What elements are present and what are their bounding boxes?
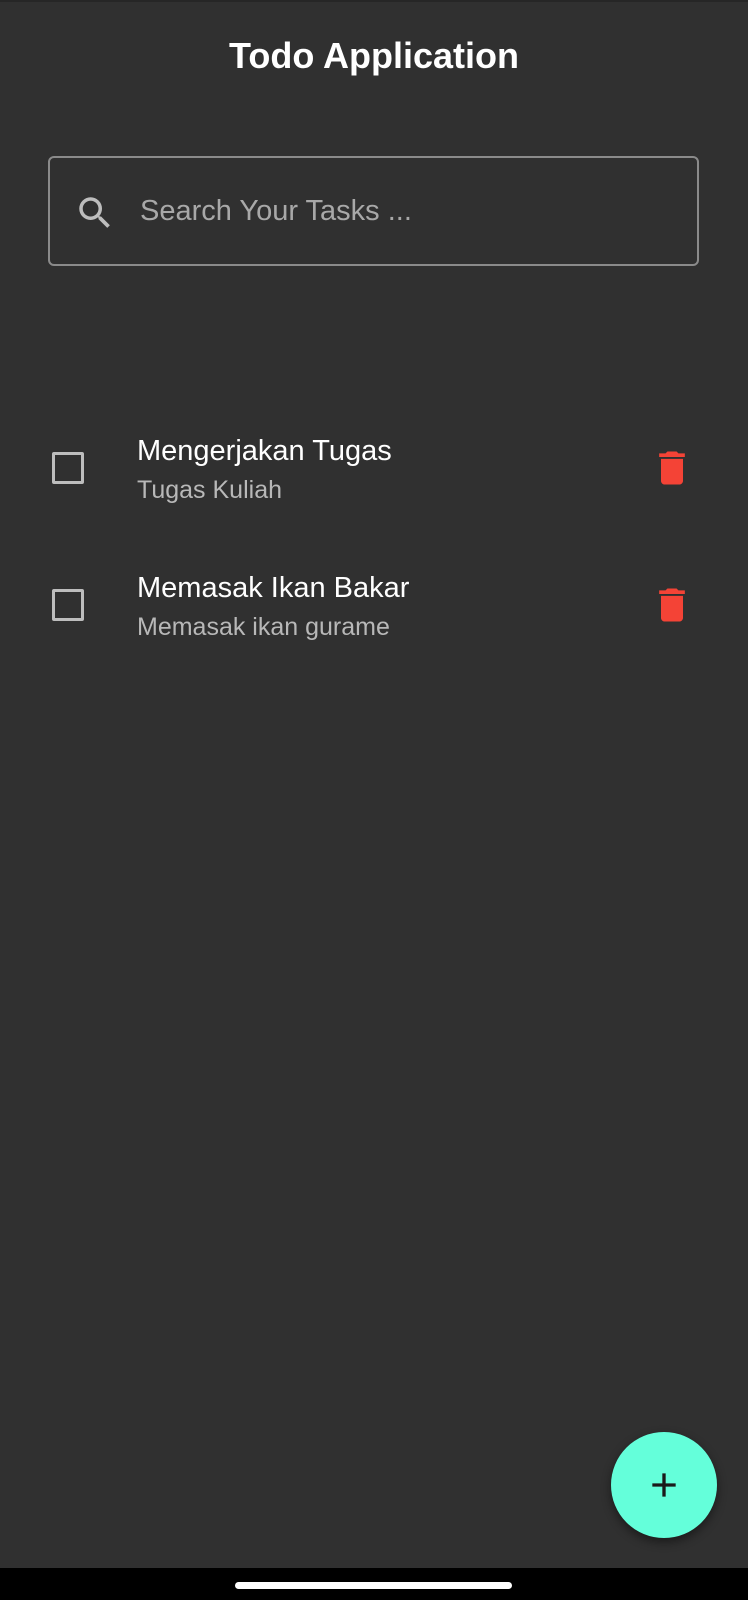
task-item[interactable]: Memasak Ikan Bakar Memasak ikan gurame <box>0 537 748 674</box>
task-item[interactable]: Mengerjakan Tugas Tugas Kuliah <box>0 400 748 537</box>
task-subtitle: Tugas Kuliah <box>137 476 282 504</box>
delete-task-button[interactable] <box>640 440 704 496</box>
add-task-button[interactable] <box>611 1432 717 1538</box>
task-title: Mengerjakan Tugas <box>137 435 392 467</box>
status-bar-edge <box>0 0 748 2</box>
task-checkbox[interactable] <box>52 589 84 621</box>
app-screen: Todo Application Mengerjakan Tugas Tugas… <box>0 0 748 1600</box>
search-input[interactable] <box>140 158 680 264</box>
trash-icon <box>659 588 685 622</box>
search-icon <box>79 197 110 228</box>
page-title: Todo Application <box>229 35 519 76</box>
home-indicator[interactable] <box>235 1582 512 1589</box>
task-subtitle: Memasak ikan gurame <box>137 613 390 641</box>
trash-icon <box>659 451 685 485</box>
plus-icon <box>652 1473 676 1497</box>
delete-task-button[interactable] <box>640 577 704 633</box>
task-list: Mengerjakan Tugas Tugas Kuliah Memasak I… <box>0 400 748 674</box>
task-title: Memasak Ikan Bakar <box>137 572 410 604</box>
search-box[interactable] <box>48 156 699 266</box>
task-checkbox[interactable] <box>52 452 84 484</box>
